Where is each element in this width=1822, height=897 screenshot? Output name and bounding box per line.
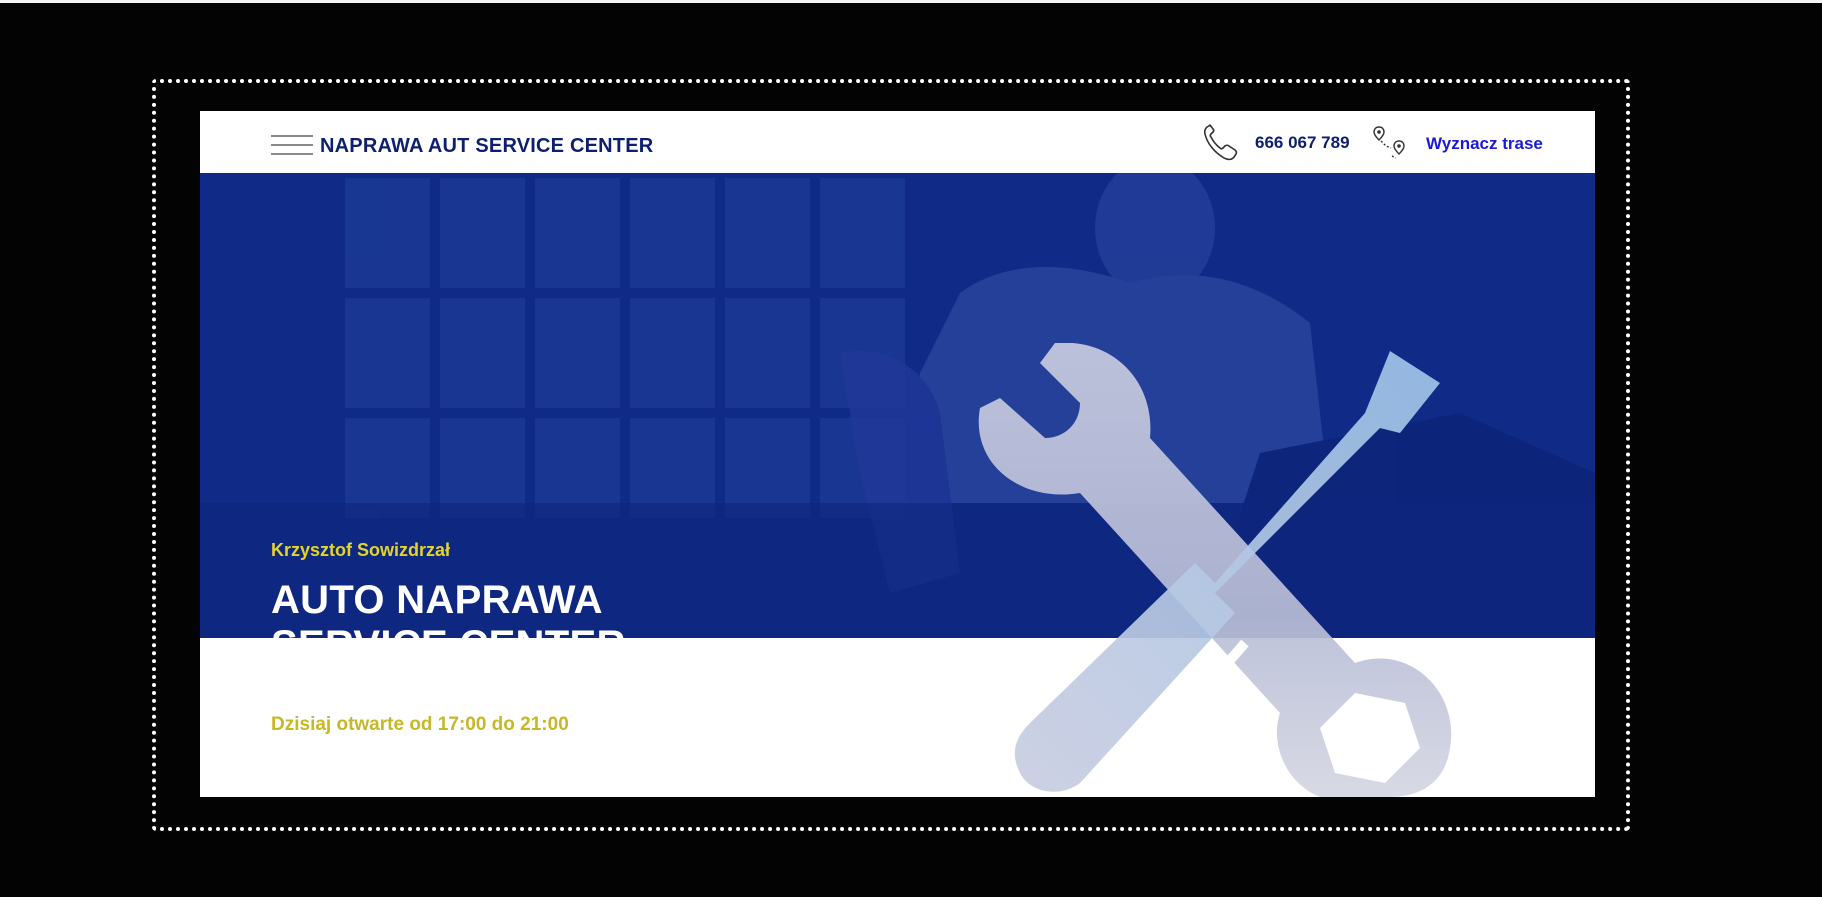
top-edge (0, 0, 1822, 3)
hamburger-menu-icon[interactable] (271, 135, 313, 159)
phone-number[interactable]: 666 067 789 (1255, 133, 1350, 153)
owner-name: Krzysztof Sowizdrzał (271, 540, 451, 560)
hero-title: AUTO NAPRAWA SERVICE CENTER (271, 578, 626, 638)
site-header: NAPRAWA AUT SERVICE CENTER 666 067 789 W… (200, 111, 1595, 173)
brand-name[interactable]: NAPRAWA AUT SERVICE CENTER (320, 135, 653, 158)
hero-title-line-1: AUTO NAPRAWA (271, 578, 603, 622)
screen: NAPRAWA AUT SERVICE CENTER 666 067 789 W… (0, 0, 1822, 897)
phone-icon[interactable] (1200, 122, 1242, 164)
wrench-screwdriver-icon (978, 343, 1452, 797)
hero-title-line-2: SERVICE CENTER (271, 623, 626, 638)
route-map-icon[interactable] (1372, 125, 1410, 161)
website: NAPRAWA AUT SERVICE CENTER 666 067 789 W… (200, 111, 1595, 797)
opening-hours: Dzisiaj otwarte od 17:00 do 21:00 (271, 714, 569, 735)
route-link[interactable]: Wyznacz trase (1426, 134, 1543, 154)
